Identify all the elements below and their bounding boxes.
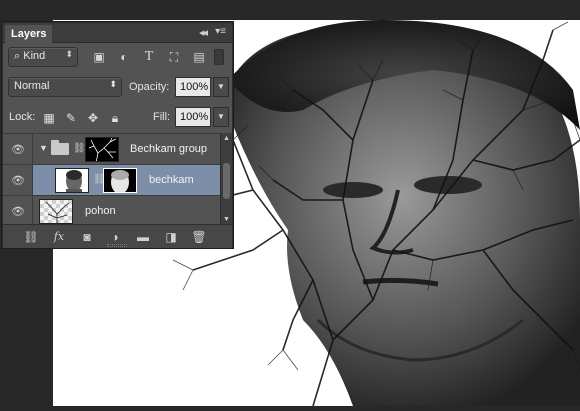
adjustment-filter-icon[interactable]: ◐ (116, 49, 132, 65)
layer-name: pohon (85, 205, 116, 217)
scroll-down-icon[interactable]: ▼ (223, 216, 230, 223)
layer-name: Bechkam group (130, 143, 208, 155)
fx-icon[interactable]: fx (51, 229, 67, 245)
filter-toggle[interactable] (214, 49, 224, 65)
link-layers-icon[interactable]: ⛓︎ (23, 229, 39, 245)
layer-row-group[interactable]: 👁︎ ▼ ⛓︎ Bechkam group (3, 134, 220, 165)
group-mask-thumbnail[interactable] (85, 137, 119, 162)
shape-filter-icon[interactable]: ⛶ (166, 49, 182, 65)
layer-list: 👁︎ ▼ ⛓︎ Bechkam group 👁︎ ⛓︎ bechkam 👁︎ p… (3, 133, 220, 224)
smart-object-filter-icon[interactable]: ▤ (191, 49, 207, 65)
layers-footer-toolbar: ⛓︎ fx ◙ ◑ ▬ ◨ 🗑︎ (3, 224, 232, 248)
link-icon[interactable]: ⛓︎ (73, 143, 86, 154)
new-layer-icon[interactable]: ◨ (163, 229, 179, 245)
trash-icon[interactable]: 🗑︎ (191, 229, 207, 245)
lock-transparent-icon[interactable]: ▦ (41, 110, 57, 126)
scroll-up-icon[interactable]: ▲ (223, 135, 230, 142)
collapse-panel-icon[interactable]: ◂◂ (199, 26, 208, 39)
spinner-icon: ⬍ (65, 49, 73, 59)
image-filter-icon[interactable]: ▣ (91, 49, 107, 65)
opacity-input[interactable]: 100% (175, 77, 211, 97)
lock-label: Lock: (9, 111, 36, 123)
blend-mode-select[interactable]: Normal ⬍ (8, 77, 122, 97)
layer-mask-thumbnail[interactable] (103, 168, 137, 193)
add-mask-icon[interactable]: ◙ (79, 229, 95, 245)
opacity-label: Opacity: (129, 81, 170, 93)
fill-dropdown-icon[interactable]: ▼ (213, 107, 229, 127)
tab-layers[interactable]: Layers (5, 25, 53, 43)
mask-preview (88, 138, 117, 161)
panel-menu-icon[interactable]: ▾≡ (215, 26, 226, 37)
scrollbar-thumb[interactable] (223, 163, 230, 199)
blend-row: Normal ⬍ Opacity: 100% ▼ (3, 77, 232, 99)
panel-tabbar: Layers ◂◂ ▾≡ (3, 23, 232, 43)
kind-filter-select[interactable]: ⌕ Kind ⬍ (8, 47, 78, 67)
layers-panel: Layers ◂◂ ▾≡ ⌕ Kind ⬍ ▣ ◐ T ⛶ ▤ Normal ⬍… (2, 22, 233, 248)
lock-pixels-icon[interactable]: ✎ (63, 110, 79, 126)
layer-thumbnail[interactable] (39, 199, 73, 224)
new-group-icon[interactable]: ▬ (135, 229, 151, 245)
lock-row: Lock: ▦ ✎ ✥ 🔒︎ Fill: 100% ▼ (3, 107, 232, 129)
opacity-dropdown-icon[interactable]: ▼ (213, 77, 229, 97)
portrait-preview (66, 170, 82, 192)
lock-position-icon[interactable]: ✥ (85, 110, 101, 126)
layer-row-bechkam[interactable]: 👁︎ ⛓︎ bechkam (3, 165, 220, 196)
search-icon: ⌕ (14, 50, 21, 62)
filter-row: ⌕ Kind ⬍ ▣ ◐ T ⛶ ▤ (3, 47, 232, 69)
layer-thumbnail[interactable] (55, 168, 89, 193)
fill-input[interactable]: 100% (175, 107, 211, 127)
kind-label: Kind (23, 50, 46, 62)
layer-name: bechkam (149, 174, 194, 186)
lock-all-icon[interactable]: 🔒︎ (107, 110, 123, 126)
spinner-icon: ⬍ (109, 79, 117, 89)
layer-row-pohon[interactable]: 👁︎ pohon (3, 196, 220, 224)
tree-preview (45, 201, 70, 223)
disclosure-triangle-icon[interactable]: ▼ (39, 143, 48, 153)
fill-label: Fill: (153, 111, 171, 123)
eye-icon[interactable]: 👁︎ (10, 143, 26, 156)
mask-preview (111, 170, 129, 192)
eye-icon[interactable]: 👁︎ (10, 205, 26, 218)
folder-icon (51, 140, 69, 155)
type-filter-icon[interactable]: T (141, 49, 157, 65)
blend-mode-value: Normal (14, 80, 50, 92)
layer-list-scrollbar[interactable]: ▲ ▼ (220, 133, 232, 224)
resize-grip[interactable] (107, 244, 127, 247)
adjustment-layer-icon[interactable]: ◑ (107, 229, 123, 245)
eye-icon[interactable]: 👁︎ (10, 174, 26, 187)
